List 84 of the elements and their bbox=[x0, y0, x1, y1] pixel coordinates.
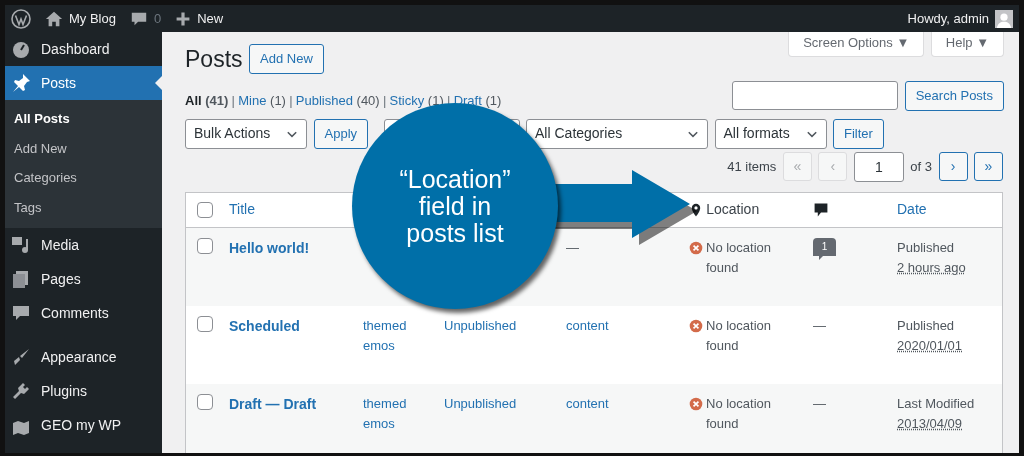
view-link[interactable]: Published (40) bbox=[295, 92, 380, 108]
sidebar-item[interactable]: Posts bbox=[5, 66, 162, 100]
row-checkbox[interactable] bbox=[197, 237, 213, 254]
post-title-link[interactable]: Scheduled bbox=[219, 315, 353, 337]
greeting-link[interactable]: Howdy, admin bbox=[907, 8, 989, 29]
screen-tab[interactable]: Screen Options ▼ bbox=[788, 32, 925, 57]
search-button[interactable]: Search Posts bbox=[904, 80, 1004, 111]
pin-icon bbox=[689, 202, 703, 217]
table-cell[interactable]: content bbox=[556, 393, 679, 414]
view-separator: | bbox=[231, 92, 235, 108]
location-status: No location found bbox=[706, 238, 773, 277]
row-checkbox[interactable] bbox=[197, 393, 213, 410]
home-icon bbox=[45, 9, 63, 28]
submenu-item[interactable]: Tags bbox=[5, 192, 162, 222]
page-title: Posts bbox=[185, 45, 243, 74]
location-status: No location found bbox=[706, 316, 773, 355]
date-status: Last Modified bbox=[897, 394, 976, 413]
pages-icon bbox=[11, 269, 31, 289]
submenu-item[interactable]: Add New bbox=[5, 133, 162, 163]
table-cell-link[interactable]: Unpublished bbox=[434, 315, 556, 336]
comment-icon bbox=[813, 201, 829, 218]
last-page-button[interactable]: » bbox=[974, 152, 1003, 181]
view-separator: | bbox=[289, 92, 293, 108]
format-dropdown[interactable]: All formats bbox=[714, 118, 827, 149]
sidebar-item[interactable]: Dashboard bbox=[5, 32, 162, 66]
sidebar-item[interactable]: Appearance bbox=[5, 340, 162, 374]
plus-icon bbox=[175, 10, 192, 27]
date-status: Published bbox=[897, 316, 956, 335]
author-link[interactable]: themedemos bbox=[353, 393, 415, 434]
pin-icon bbox=[11, 73, 31, 93]
next-page-button[interactable]: › bbox=[938, 152, 968, 181]
sidebar-item[interactable]: Plugins bbox=[5, 374, 162, 408]
add-new-button[interactable]: Add New bbox=[249, 44, 324, 75]
sidebar-item[interactable]: Comments bbox=[5, 296, 162, 330]
column-header-link[interactable]: Title bbox=[229, 199, 255, 220]
date-value: 2020/01/01 bbox=[897, 337, 963, 353]
view-link[interactable]: All (41) bbox=[185, 92, 229, 108]
date-value: 2013/04/09 bbox=[897, 415, 963, 431]
location-status: No location found bbox=[706, 394, 773, 433]
avatar-icon bbox=[995, 9, 1013, 28]
submenu-item[interactable]: Categories bbox=[5, 163, 162, 193]
column-header-link[interactable]: Date bbox=[897, 199, 927, 220]
callout-text: “Location” field in posts list bbox=[398, 165, 512, 247]
table-cell[interactable]: content bbox=[556, 315, 679, 336]
submenu-item[interactable]: All Posts bbox=[5, 104, 162, 134]
page-total: of 3 bbox=[910, 157, 932, 176]
view-separator: | bbox=[382, 92, 387, 108]
comment-icon bbox=[11, 303, 31, 323]
error-icon bbox=[689, 318, 703, 333]
post-title-link[interactable]: Draft — Draft bbox=[219, 393, 353, 415]
category-dropdown[interactable]: All Categories bbox=[526, 118, 709, 149]
error-icon bbox=[689, 240, 703, 255]
apply-button[interactable]: Apply bbox=[313, 118, 369, 149]
sidebar-item[interactable]: Media bbox=[5, 228, 162, 262]
filter-button[interactable]: Filter bbox=[833, 118, 884, 149]
view-link[interactable]: Mine (1) bbox=[238, 92, 286, 108]
search-field[interactable] bbox=[732, 80, 899, 110]
sidebar-item[interactable]: Pages bbox=[5, 262, 162, 296]
date-value: 2 hours ago bbox=[897, 259, 966, 275]
new-link[interactable]: New bbox=[197, 8, 224, 29]
sidebar-item[interactable]: GEO my WP bbox=[5, 408, 162, 442]
table-cell-link[interactable]: Unpublished bbox=[434, 393, 556, 414]
bulk-actions-dropdown[interactable]: Bulk Actions bbox=[185, 118, 307, 149]
screen-tab[interactable]: Help ▼ bbox=[930, 32, 1004, 57]
paintbrush-icon bbox=[11, 347, 31, 367]
media-icon bbox=[11, 235, 31, 255]
page-number-field[interactable]: 1 bbox=[853, 151, 904, 182]
item-count: 41 items bbox=[727, 157, 777, 176]
table-cell: — bbox=[813, 317, 826, 333]
select-all-checkbox[interactable] bbox=[197, 201, 213, 218]
comment-count[interactable]: 0 bbox=[153, 8, 162, 29]
site-name-link[interactable]: My Blog bbox=[69, 8, 116, 29]
post-title-link[interactable]: Hello world! bbox=[219, 237, 353, 259]
plug-icon bbox=[11, 381, 31, 401]
error-icon bbox=[689, 396, 703, 411]
dashboard-icon bbox=[11, 39, 31, 59]
comment-count-bubble[interactable]: 1 bbox=[813, 237, 836, 261]
table-cell: — bbox=[813, 395, 826, 411]
wordpress-logo-icon bbox=[11, 8, 31, 29]
author-link[interactable]: themedemos bbox=[353, 315, 415, 356]
column-header: Location bbox=[706, 200, 760, 219]
table-cell-text: — bbox=[565, 238, 580, 257]
row-checkbox[interactable] bbox=[197, 315, 213, 332]
date-status: Published bbox=[897, 238, 956, 257]
